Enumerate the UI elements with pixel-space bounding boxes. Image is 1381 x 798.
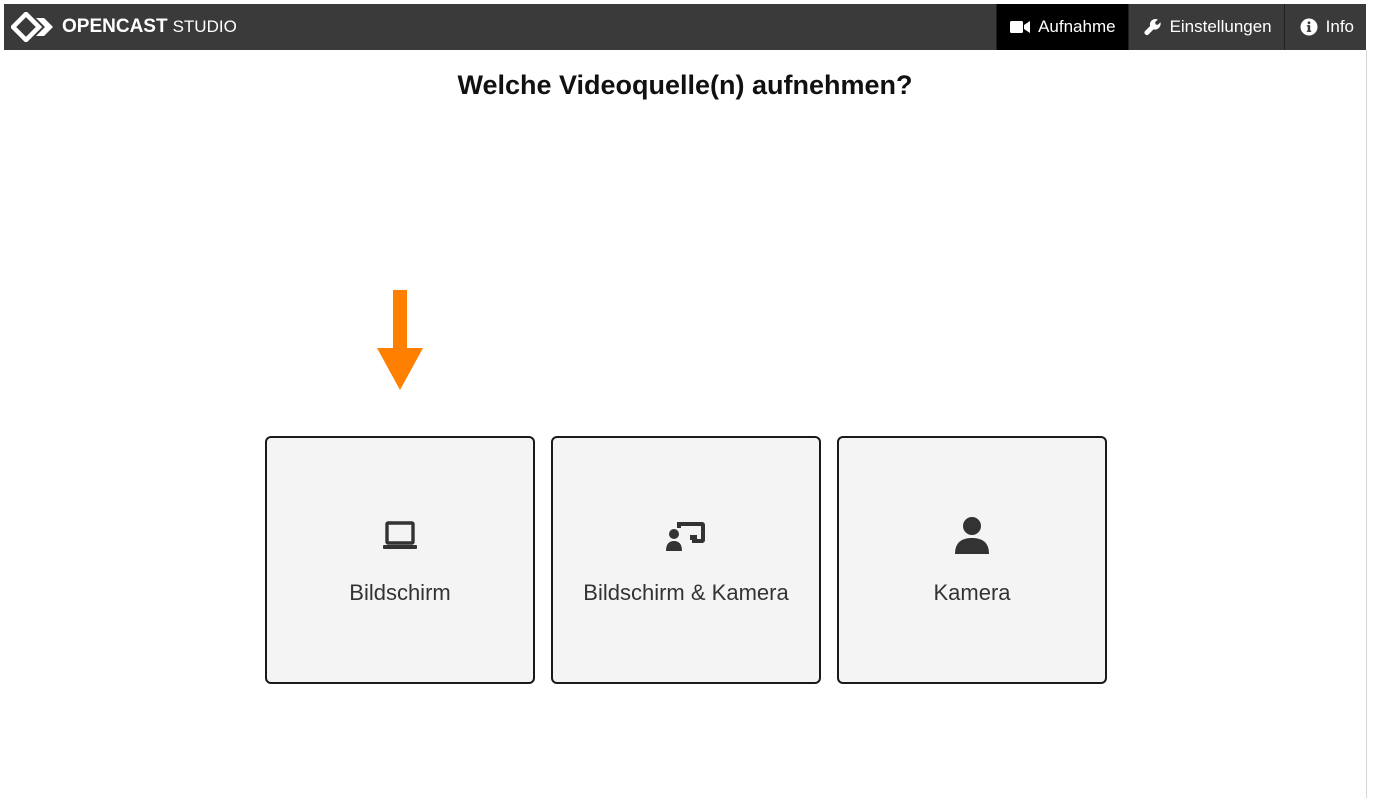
brand-subtitle: STUDIO — [172, 17, 237, 36]
nav-info[interactable]: Info — [1283, 4, 1366, 50]
monitor-icon — [379, 514, 421, 558]
option-screen-and-camera[interactable]: Bildschirm & Kamera — [551, 436, 821, 684]
video-camera-icon — [1009, 17, 1033, 37]
wrench-icon — [1141, 17, 1165, 37]
option-screen-label: Bildschirm — [349, 580, 451, 605]
main-nav: Aufnahme Einstellungen Info — [996, 4, 1366, 50]
nav-settings-label: Einstellungen — [1169, 17, 1272, 36]
page-border — [1366, 50, 1367, 798]
screen-and-user-icon — [665, 514, 707, 558]
brand-name: OPENCAST — [62, 16, 168, 37]
brand[interactable]: OPENCAST STUDIO — [4, 4, 237, 50]
app: OPENCAST STUDIO Aufnahme Einstellungen I… — [0, 0, 1381, 798]
option-camera-label: Kamera — [933, 580, 1011, 605]
nav-settings[interactable]: Einstellungen — [1127, 4, 1284, 50]
source-options: Bildschirm Bildschirm & Kamera Kamera — [265, 436, 1107, 684]
opencast-logo-icon — [8, 4, 60, 50]
top-bar: OPENCAST STUDIO Aufnahme Einstellungen I… — [4, 4, 1366, 50]
option-screen[interactable]: Bildschirm — [265, 436, 535, 684]
down-arrow-icon — [377, 290, 423, 390]
nav-recording-label: Aufnahme — [1038, 17, 1116, 36]
nav-info-label: Info — [1325, 17, 1354, 36]
option-screen-and-camera-label: Bildschirm & Kamera — [583, 580, 789, 605]
page-title: Welche Videoquelle(n) aufnehmen? — [457, 70, 913, 100]
user-icon — [951, 514, 993, 558]
nav-recording[interactable]: Aufnahme — [996, 4, 1128, 50]
option-camera[interactable]: Kamera — [837, 436, 1107, 684]
info-circle-icon — [1297, 17, 1321, 37]
